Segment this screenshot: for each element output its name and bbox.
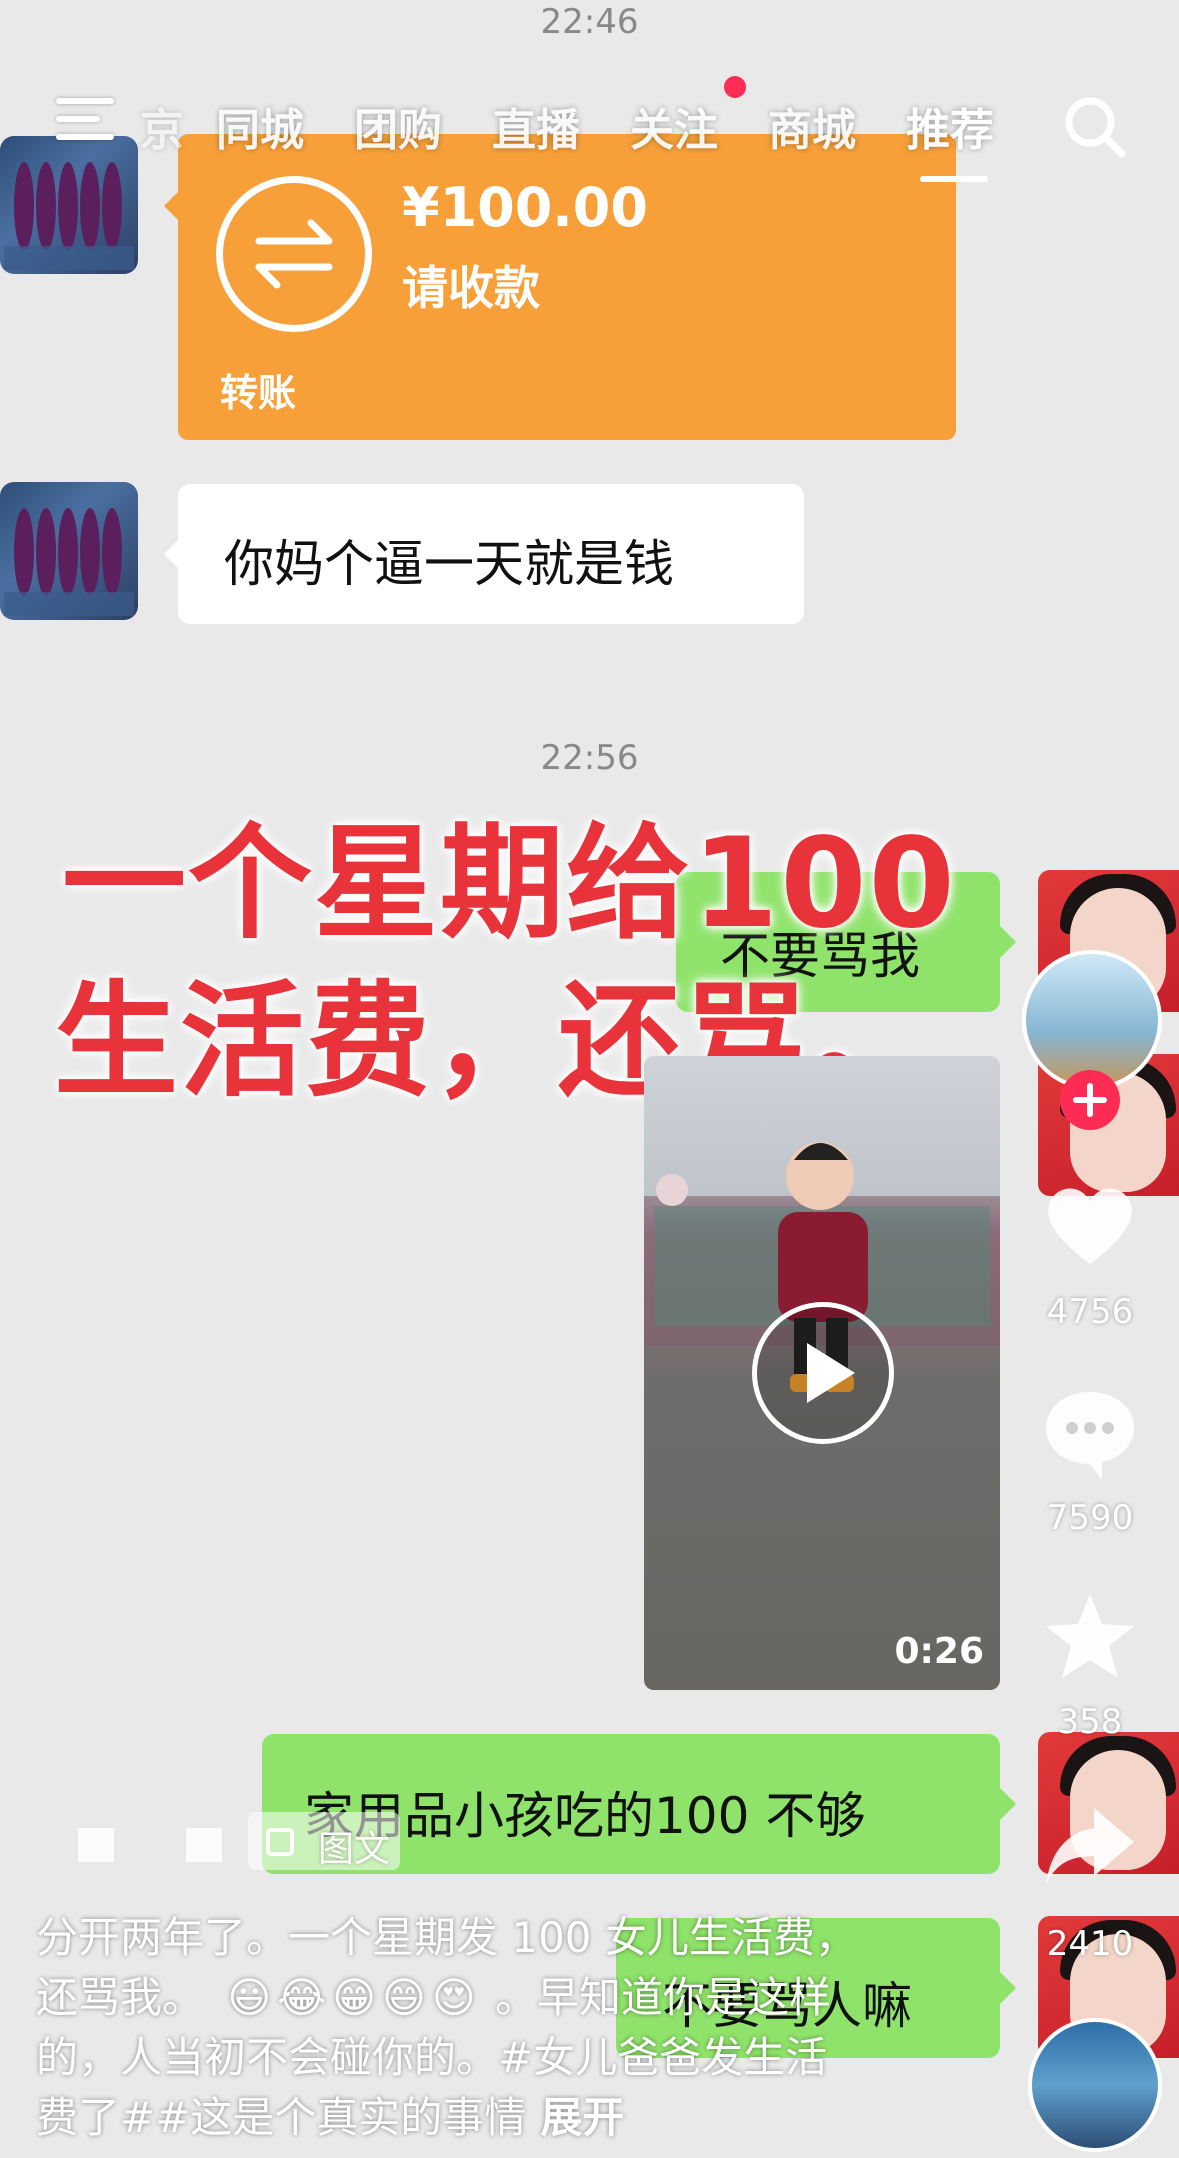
contact-avatar [0, 482, 138, 620]
emoji-row: 😃😂😁😄😍 [227, 1973, 482, 2022]
play-icon[interactable] [752, 1302, 894, 1444]
share-count: 2410 [1046, 1924, 1134, 1964]
username-blur [186, 1828, 222, 1862]
music-disc[interactable] [1028, 2018, 1162, 2152]
tab-zhibo[interactable]: 直播 [492, 94, 580, 158]
chat-message-incoming: 你妈个逼一天就是钱 [178, 484, 804, 624]
plus-icon[interactable] [1060, 1070, 1120, 1130]
expand-link[interactable]: 展开 [540, 2093, 624, 2142]
heart-icon[interactable] [1042, 1180, 1138, 1280]
top-nav: 京 同城 团购 直播 关注 商城 推荐 [0, 76, 1179, 188]
menu-icon[interactable] [56, 98, 114, 144]
search-icon[interactable] [1060, 92, 1130, 162]
tab-tuangou[interactable]: 团购 [354, 94, 442, 158]
username-blur [78, 1828, 114, 1862]
tab-tuijian[interactable]: 推荐 [906, 94, 994, 158]
share-icon[interactable] [1042, 1800, 1138, 1900]
image-text-icon [266, 1828, 294, 1856]
post-caption[interactable]: 分开两年了。一个星期发 100 女儿生活费， 还骂我。 😃😂😁😄😍 。早知道你是… [36, 1908, 916, 2148]
caption-line: 还骂我。 😃😂😁😄😍 。早知道你是这样 [36, 1973, 832, 2022]
star-icon[interactable] [1042, 1590, 1138, 1690]
active-tab-indicator [920, 176, 988, 182]
comment-count: 7590 [1046, 1498, 1134, 1538]
overlay-headline-1: 一个星期给100 [62, 812, 957, 956]
bubble-tail [1000, 1972, 1016, 2004]
tab-shangcheng[interactable]: 商城 [768, 94, 856, 158]
comment-icon[interactable] [1042, 1386, 1138, 1486]
transfer-arrows-icon [216, 176, 372, 332]
favorite-count: 358 [1057, 1702, 1123, 1742]
video-duration: 0:26 [894, 1631, 984, 1672]
chat-timestamp-mid: 22:56 [540, 738, 639, 778]
tab-tongcheng[interactable]: 同城 [216, 94, 304, 158]
caption-line: 费了##这是个真实的事情 展开 [36, 2093, 625, 2142]
caption-line: 分开两年了。一个星期发 100 女儿生活费， [36, 1913, 857, 1962]
transfer-label: 转账 [220, 371, 297, 415]
bubble-tail [1000, 1788, 1016, 1820]
chat-timestamp-top: 22:46 [540, 2, 639, 42]
transfer-subtitle: 请收款 [402, 261, 540, 315]
tab-partial[interactable]: 京 [140, 94, 184, 158]
notification-dot [724, 76, 746, 98]
video-message-thumbnail[interactable]: 0:26 [644, 1056, 1000, 1690]
tab-guanzhu[interactable]: 关注 [630, 94, 718, 158]
bubble-tail [1000, 926, 1016, 958]
author-avatar[interactable] [1022, 950, 1162, 1090]
post-type-label: 图文 [318, 1829, 391, 1870]
like-count: 4756 [1046, 1292, 1134, 1332]
post-type-tag: 图文 [248, 1812, 400, 1870]
caption-line: 的，人当初不会碰你的。#女儿爸爸发生活 [36, 2033, 828, 2082]
